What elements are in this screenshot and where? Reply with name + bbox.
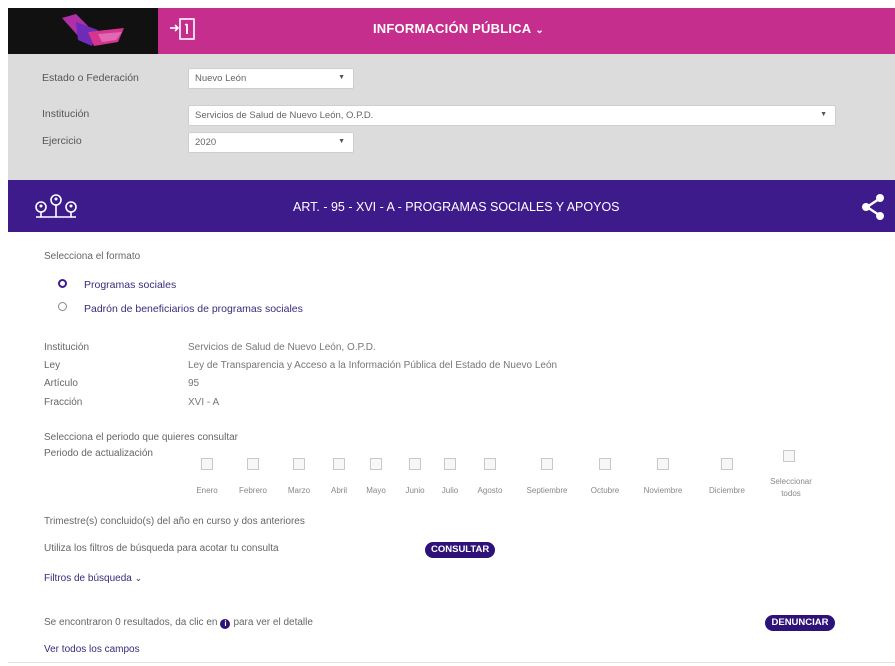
institucion-select[interactable]: Servicios de Salud de Nuevo León, O.P.D.…	[188, 105, 836, 126]
search-hint: Utiliza los filtros de búsqueda para aco…	[44, 543, 279, 554]
checkbox-marzo[interactable]	[293, 458, 305, 470]
tricolor-ribbon-logo-icon	[62, 14, 124, 46]
meta-fraccion-key: Fracción	[44, 397, 83, 408]
radio-label-padron-beneficiarios[interactable]: Padrón de beneficiarios de programas soc…	[84, 303, 303, 315]
filters-panel: Estado o Federación Nuevo León ▼ Institu…	[8, 54, 895, 180]
top-header: INFORMACIÓN PÚBLICA ⌄	[8, 8, 895, 54]
period-label: Periodo de actualización	[44, 448, 153, 459]
checkbox-junio[interactable]	[409, 458, 421, 470]
meta-institucion-key: Institución	[44, 342, 90, 353]
checkbox-noviembre[interactable]	[657, 458, 669, 470]
meta-articulo-key: Artículo	[44, 378, 78, 389]
month-label-agosto: Agosto	[477, 486, 503, 495]
checkbox-mayo[interactable]	[370, 458, 382, 470]
meta-institucion-value: Servicios de Salud de Nuevo León, O.P.D.	[188, 342, 376, 353]
dropdown-arrow-icon: ▼	[338, 138, 345, 145]
checkbox-febrero[interactable]	[247, 458, 259, 470]
month-label-octubre: Octubre	[590, 486, 620, 495]
ejercicio-value: 2020	[195, 137, 217, 148]
month-label-junio: Junio	[405, 486, 425, 495]
month-label-febrero: Febrero	[238, 486, 268, 495]
results-text-before: Se encontraron 0 resultados, da clic en	[44, 617, 218, 628]
period-note: Trimestre(s) concluido(s) del año en cur…	[44, 516, 305, 527]
ejercicio-label: Ejercicio	[42, 135, 82, 147]
people-network-icon	[35, 194, 77, 218]
estado-label: Estado o Federación	[42, 72, 139, 84]
meta-articulo-value: 95	[188, 378, 200, 389]
month-label-mayo: Mayo	[366, 486, 386, 495]
ejercicio-select[interactable]: 2020 ▼	[188, 132, 354, 153]
meta-fraccion-value: XVI - A	[188, 397, 220, 408]
checkbox-agosto[interactable]	[484, 458, 496, 470]
logo[interactable]	[8, 8, 158, 54]
month-label-noviembre: Noviembre	[643, 486, 683, 495]
radio-padron-beneficiarios[interactable]	[58, 302, 67, 311]
chevron-down-icon: ⌄	[134, 573, 143, 583]
radio-label-programas-sociales[interactable]: Programas sociales	[84, 279, 176, 291]
dropdown-arrow-icon: ▼	[338, 74, 345, 81]
chevron-down-icon: ⌄	[535, 25, 544, 36]
bottom-divider	[8, 662, 895, 663]
filtros-busqueda-link[interactable]: Filtros de búsqueda ⌄	[44, 573, 142, 584]
format-prompt: Selecciona el formato	[44, 251, 141, 262]
month-label-diciembre: Diciembre	[708, 486, 746, 495]
month-label-abril: Abril	[330, 486, 348, 495]
header-bar: INFORMACIÓN PÚBLICA ⌄	[158, 8, 895, 54]
share-icon[interactable]	[859, 193, 887, 221]
checkbox-octubre[interactable]	[599, 458, 611, 470]
month-label-enero: Enero	[196, 486, 218, 495]
checkbox-enero[interactable]	[201, 458, 213, 470]
radio-programas-sociales[interactable]	[58, 279, 67, 288]
results-text-after: para ver el detalle	[233, 617, 313, 628]
dropdown-arrow-icon: ▼	[820, 111, 827, 118]
institucion-value: Servicios de Salud de Nuevo León, O.P.D.	[195, 110, 374, 121]
estado-select[interactable]: Nuevo León ▼	[188, 68, 354, 89]
filtros-busqueda-label: Filtros de búsqueda	[44, 573, 132, 584]
informacion-publica-menu[interactable]: INFORMACIÓN PÚBLICA ⌄	[373, 21, 544, 36]
article-title: ART. - 95 - XVI - A - PROGRAMAS SOCIALES…	[293, 200, 620, 214]
ver-todos-campos-link[interactable]: Ver todos los campos	[44, 644, 140, 655]
checkbox-septiembre[interactable]	[541, 458, 553, 470]
institucion-label: Institución	[42, 108, 90, 120]
select-all-label: Seleccionar todos	[770, 477, 812, 498]
checkbox-seleccionar-todos[interactable]	[783, 450, 795, 462]
results-text: Se encontraron 0 resultados, da clic en i…	[44, 617, 313, 629]
month-label-septiembre: Septiembre	[526, 486, 568, 495]
month-label-marzo: Marzo	[287, 486, 311, 495]
month-label-julio: Julio	[441, 486, 459, 495]
consultar-button[interactable]: CONSULTAR	[425, 542, 495, 558]
denunciar-button[interactable]: DENUNCIAR	[765, 615, 835, 631]
info-icon[interactable]: i	[220, 619, 231, 629]
meta-ley-value: Ley de Transparencia y Acceso a la Infor…	[188, 360, 558, 371]
meta-ley-key: Ley	[44, 360, 61, 371]
checkbox-diciembre[interactable]	[721, 458, 733, 470]
period-prompt: Selecciona el periodo que quieres consul…	[44, 432, 239, 443]
login-arrow-icon[interactable]	[168, 14, 198, 44]
checkbox-julio[interactable]	[444, 458, 456, 470]
estado-value: Nuevo León	[195, 73, 247, 84]
article-bar: ART. - 95 - XVI - A - PROGRAMAS SOCIALES…	[8, 180, 895, 232]
checkbox-abril[interactable]	[333, 458, 345, 470]
header-title: INFORMACIÓN PÚBLICA	[373, 21, 532, 36]
